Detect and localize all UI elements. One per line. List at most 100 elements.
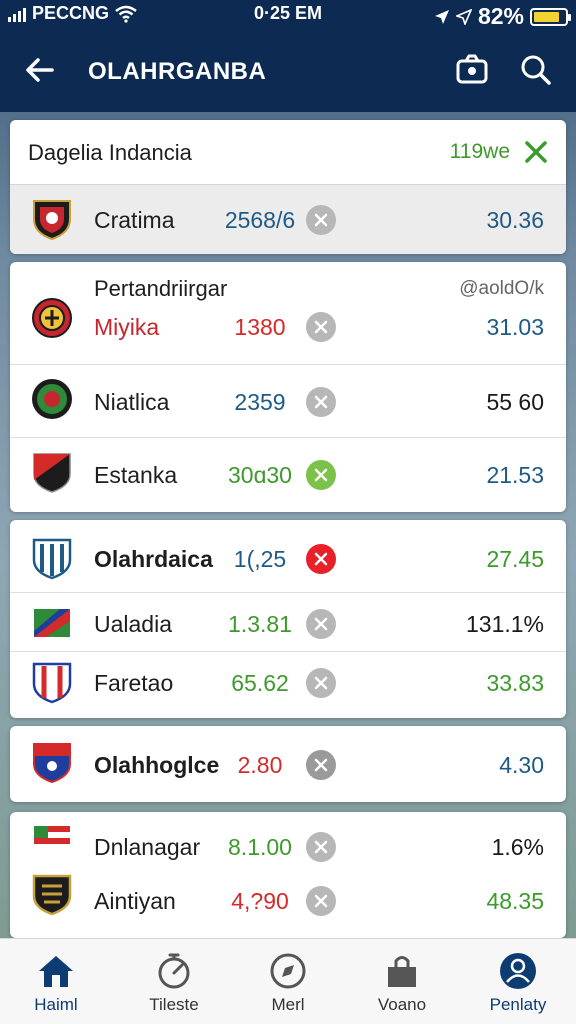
nav-item-compass[interactable]: Merl (238, 939, 338, 1024)
nav-label: Merl (271, 995, 305, 1014)
nav-label: Haiml (34, 995, 78, 1014)
odds-value: 1.6% (491, 834, 544, 860)
nav-item-bag[interactable]: Voano (352, 939, 452, 1024)
match-row[interactable]: Niatlica 2359 55 60 (10, 365, 566, 437)
odds-value: 33.83 (486, 670, 544, 696)
odds-value: 21.53 (486, 462, 544, 488)
back-arrow-icon[interactable] (20, 50, 60, 90)
close-icon[interactable] (524, 140, 548, 164)
match-row[interactable]: Cratima 2568/6 30.36 (10, 184, 566, 254)
team-crest-icon (32, 538, 72, 580)
nav-item-timer[interactable]: Tileste (124, 939, 224, 1024)
bag-icon (388, 956, 416, 987)
page-title: OLAHRGANBA (88, 58, 267, 85)
odds-value: 31.03 (486, 314, 544, 340)
odds-value: 30.36 (486, 207, 544, 233)
team-crest-icon (32, 662, 72, 704)
score-value: 30ɑ30 (228, 462, 292, 488)
odds-value: 55 60 (486, 389, 544, 415)
team-name: Niatlica (94, 389, 170, 415)
clock: 0·25 EM (254, 3, 323, 23)
camera-icon[interactable] (452, 50, 492, 90)
match-row[interactable]: Olahhoglce 2.80 4.30 (10, 726, 566, 802)
match-row[interactable]: Estanka 30ɑ30 21.53 (10, 438, 566, 512)
nav-label: Voano (377, 995, 427, 1014)
odds-value: 48.35 (486, 888, 544, 914)
remove-icon[interactable] (306, 387, 336, 417)
team-name: Dnlanagar (94, 834, 201, 860)
odds-value: 4.30 (499, 752, 544, 778)
team-name: Faretao (94, 670, 174, 696)
score-value: 65.62 (231, 670, 289, 696)
wifi-icon (115, 5, 137, 23)
stopwatch-icon (158, 953, 190, 989)
nav-label: Penlaty (489, 995, 547, 1014)
group-right-label: @aoldO/k (459, 278, 544, 299)
team-name: Ualadia (94, 611, 172, 637)
group-title: Pertandriirgar (94, 276, 228, 301)
team-crest-icon (34, 609, 70, 637)
team-name: Aintiyan (94, 888, 176, 914)
home-icon (39, 956, 73, 987)
score-value: 1.3.81 (228, 611, 292, 637)
location-icon (434, 9, 449, 24)
match-row[interactable]: Ualadia 1.3.81 131.1% (10, 593, 566, 651)
remove-icon[interactable] (306, 668, 336, 698)
match-row[interactable]: Faretao 65.62 33.83 (10, 652, 566, 718)
compass-icon (270, 953, 306, 989)
nav-label: Tileste (149, 995, 199, 1014)
status-bar: PECCNG 0·25 EM 82% (0, 0, 576, 29)
team-crest-icon (34, 826, 70, 850)
odds-value: 131.1% (465, 611, 544, 637)
team-crest-icon (32, 874, 72, 916)
match-group-card: Dnlanagar 8.1.00 1.6% Aintiyan 4,?90 48.… (10, 812, 566, 938)
profile-icon (500, 953, 536, 989)
remove-icon[interactable] (306, 544, 336, 574)
remove-icon[interactable] (306, 312, 336, 342)
score-value: 2359 (234, 389, 286, 415)
team-crest-icon (32, 379, 72, 419)
match-row[interactable]: Dnlanagar 8.1.00 1.6% (10, 812, 566, 876)
score-value: 4,?90 (231, 888, 289, 914)
odds-value: 27.45 (486, 546, 544, 572)
battery-icon (530, 7, 571, 26)
team-crest-icon (32, 298, 72, 338)
section-status: 119we (449, 140, 510, 163)
carrier-label: PECCNG (32, 3, 110, 23)
remove-icon[interactable] (306, 750, 336, 780)
score-value: 2.80 (237, 752, 283, 778)
bottom-navigation: Haiml Tileste Merl Voano Penlaty (0, 938, 576, 1024)
match-row[interactable]: Olahrdaica 1(,25 27.45 (10, 520, 566, 592)
match-row[interactable]: Miyika 1380 31.03 (10, 298, 566, 364)
score-value: 1380 (234, 314, 286, 340)
location-arrow-icon (455, 8, 472, 25)
header-card: Dagelia Indancia 119we Cratima 2568/6 30… (10, 120, 566, 254)
score-value: 8.1.00 (228, 834, 292, 860)
battery-percent: 82% (477, 3, 524, 29)
match-row[interactable]: Aintiyan 4,?90 48.35 (10, 868, 566, 938)
team-name: Miyika (94, 314, 160, 340)
remove-icon[interactable] (306, 886, 336, 916)
search-icon[interactable] (516, 50, 556, 90)
match-group-card: Olahrdaica 1(,25 27.45 Ualadia 1.3.81 13… (10, 520, 566, 718)
app-bar: OLAHRGANBA (0, 28, 576, 112)
section-title: Dagelia Indancia (28, 140, 192, 165)
team-name: Olahhoglce (94, 752, 220, 778)
nav-item-profile[interactable]: Penlaty (468, 939, 568, 1024)
score-value: 2568/6 (224, 207, 296, 233)
nav-item-home[interactable]: Haiml (6, 939, 106, 1024)
team-crest-icon (33, 743, 71, 784)
team-crest-icon (33, 200, 71, 241)
signal-icon (8, 6, 26, 22)
team-name: Estanka (94, 462, 178, 488)
match-group-card: Olahhoglce 2.80 4.30 (10, 726, 566, 802)
team-name: Olahrdaica (94, 546, 213, 572)
remove-icon[interactable] (306, 609, 336, 639)
score-value: 1(,25 (233, 546, 287, 572)
remove-icon[interactable] (306, 205, 336, 235)
team-crest-icon (33, 453, 71, 493)
remove-icon[interactable] (306, 460, 336, 490)
match-group-card: Pertandriirgar @aoldO/k Miyika 1380 31.0… (10, 262, 566, 512)
team-name: Cratima (94, 207, 175, 233)
remove-icon[interactable] (306, 832, 336, 862)
